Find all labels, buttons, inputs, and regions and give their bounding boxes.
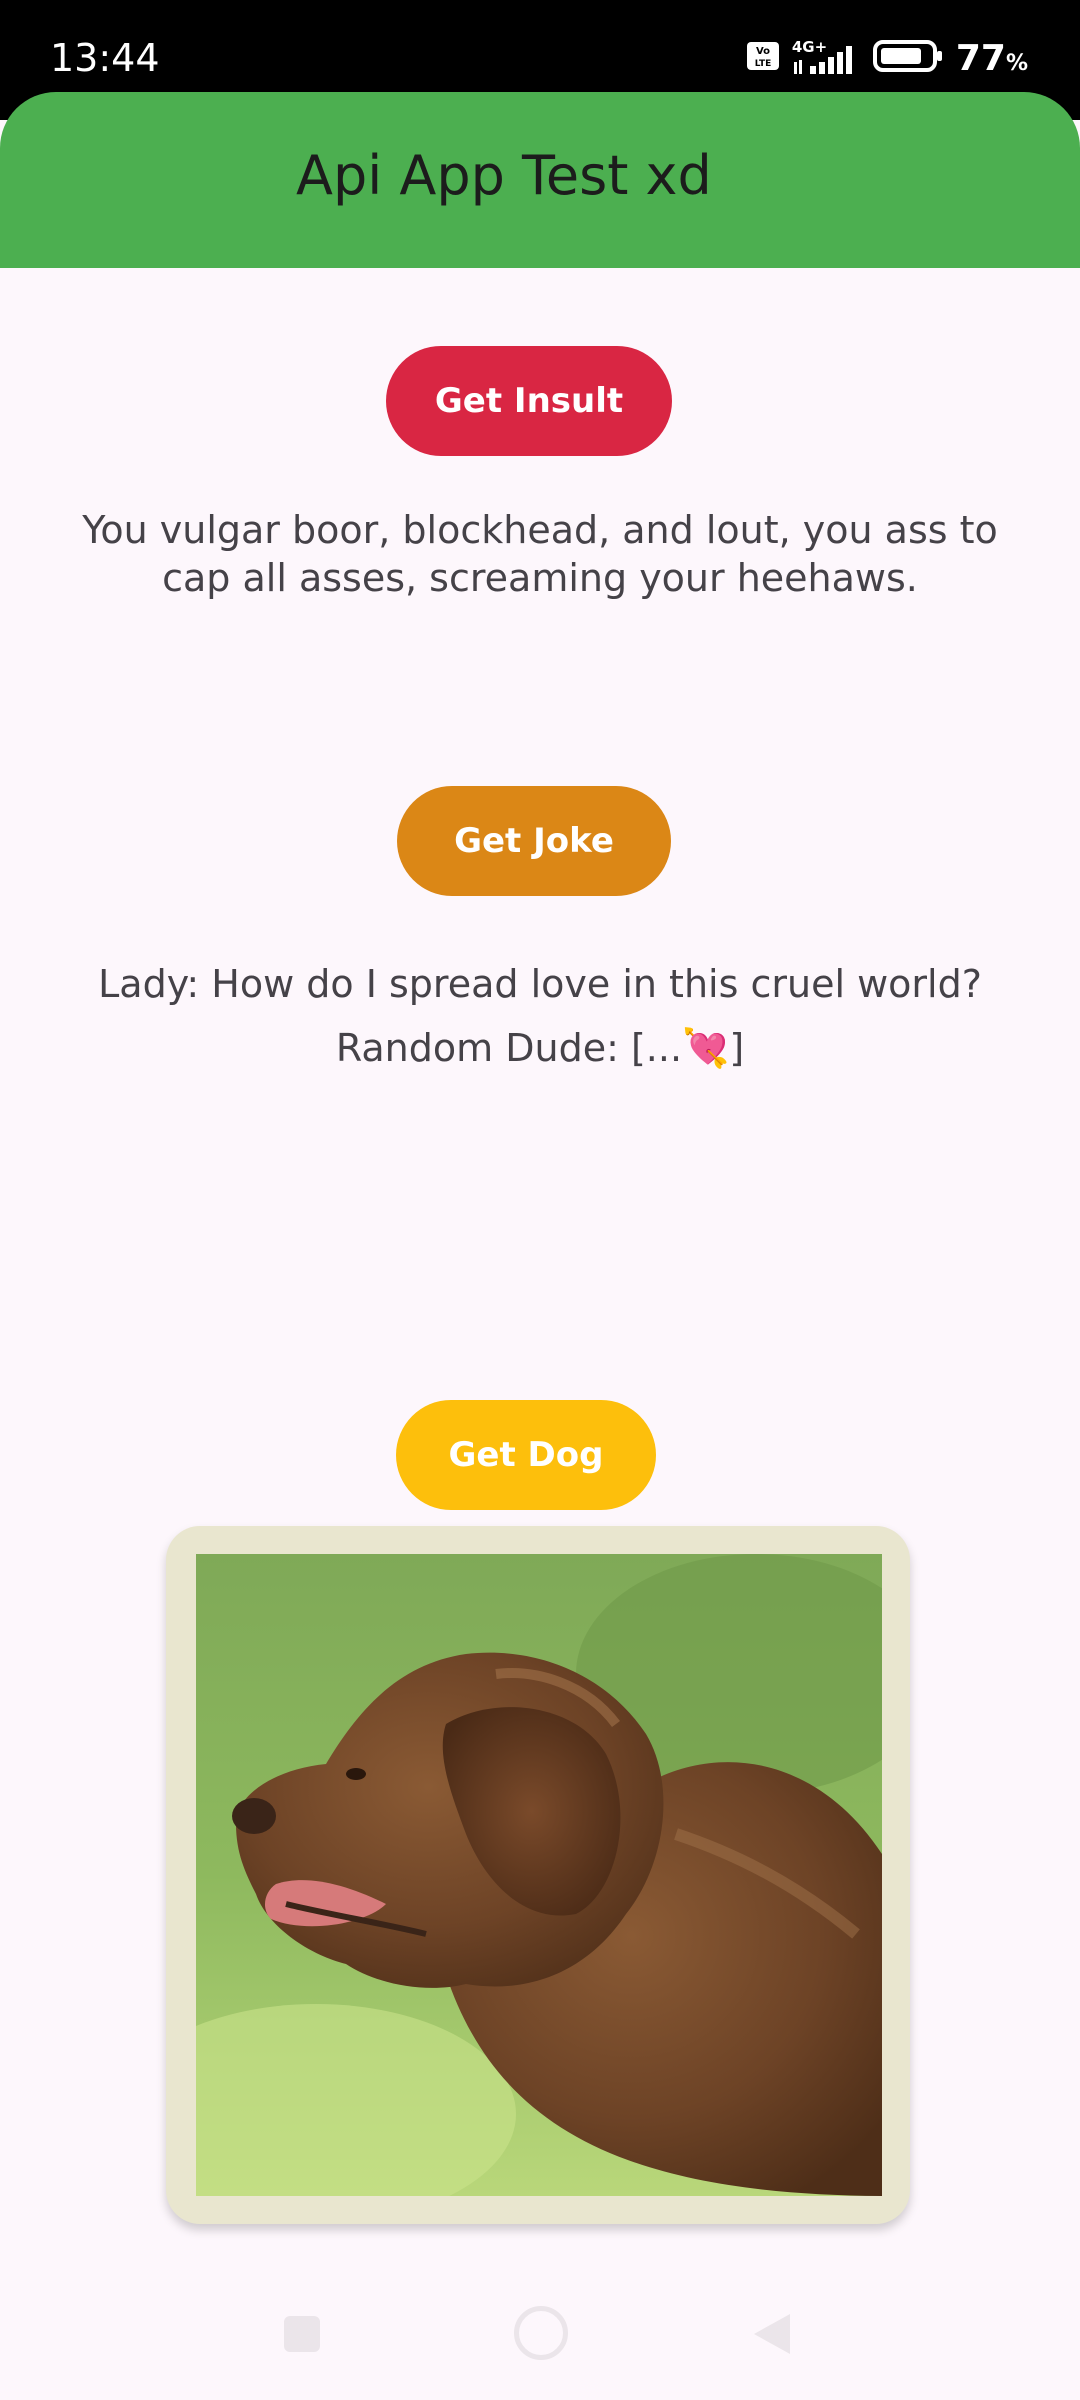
app-title: Api App Test xd: [296, 144, 712, 207]
battery-icon: [872, 39, 944, 78]
insult-text: You vulgar boor, blockhead, and lout, yo…: [82, 508, 998, 600]
get-joke-button[interactable]: Get Joke: [397, 786, 671, 896]
svg-text:LTE: LTE: [755, 59, 772, 69]
home-circle-icon[interactable]: [514, 2306, 568, 2360]
signal-icon: 4G+: [792, 38, 860, 76]
joke-line-1: Lady: How do I spread love in this cruel…: [98, 962, 982, 1006]
get-dog-button[interactable]: Get Dog: [396, 1400, 656, 1510]
app-bar: Api App Test xd: [0, 92, 1080, 268]
status-icons: Vo LTE 4G+ 77%: [746, 38, 1028, 79]
joke-line-2: Random Dude: [...💘]: [335, 1026, 745, 1070]
dog-image: [196, 1554, 882, 2196]
status-time: 13:44: [50, 36, 160, 80]
system-nav-bar: [0, 2280, 1080, 2400]
back-triangle-icon[interactable]: [752, 2312, 792, 2361]
battery-unit: %: [1005, 51, 1028, 76]
get-insult-button[interactable]: Get Insult: [386, 346, 672, 456]
battery-percentage: 77%: [956, 38, 1028, 79]
battery-level: 77: [955, 38, 1006, 79]
svg-text:Vo: Vo: [756, 46, 770, 57]
volte-icon: Vo LTE: [746, 41, 780, 76]
joke-text: Lady: How do I spread love in this cruel…: [80, 952, 1000, 1080]
recents-square-icon[interactable]: [284, 2316, 320, 2352]
dog-card: [166, 1526, 910, 2224]
